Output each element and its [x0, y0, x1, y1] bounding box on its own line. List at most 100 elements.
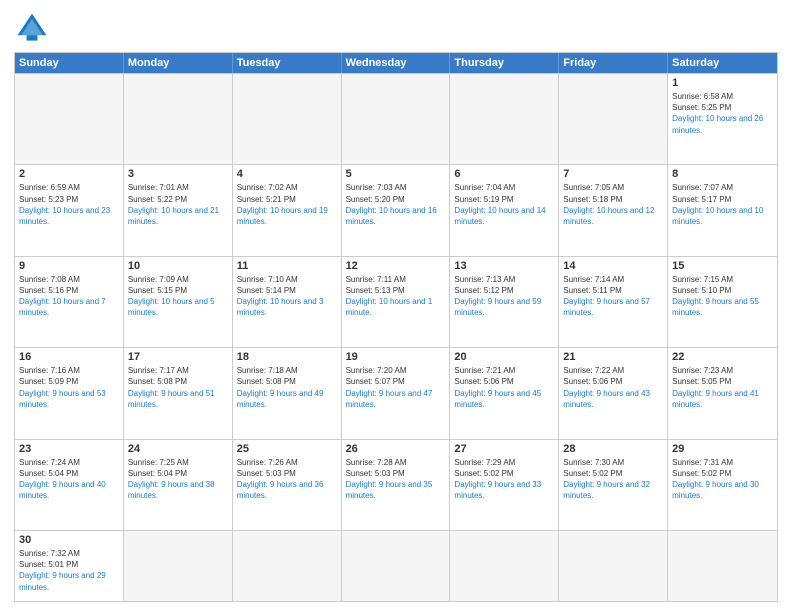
cell-info: Sunrise: 7:11 AMSunset: 5:13 PMDaylight:… [346, 274, 446, 319]
cell-info: Sunrise: 7:02 AMSunset: 5:21 PMDaylight:… [237, 182, 337, 227]
cell-info: Sunrise: 7:14 AMSunset: 5:11 PMDaylight:… [563, 274, 663, 319]
header-day-tuesday: Tuesday [233, 53, 342, 73]
calendar-week-5: 23Sunrise: 7:24 AMSunset: 5:04 PMDayligh… [15, 439, 777, 530]
cell-info: Sunrise: 7:03 AMSunset: 5:20 PMDaylight:… [346, 182, 446, 227]
calendar-cell: 7 Sunrise: 7:05 AMSunset: 5:18 PMDaylight… [559, 165, 668, 255]
calendar-week-3: 9 Sunrise: 7:08 AMSunset: 5:16 PMDaylight… [15, 256, 777, 347]
logo-icon [14, 10, 50, 46]
day-number: 25 [237, 443, 337, 455]
calendar-cell: 21 Sunrise: 7:22 AMSunset: 5:06 PMDayligh… [559, 348, 668, 438]
day-number: 13 [454, 260, 554, 272]
cell-info: Sunrise: 7:07 AMSunset: 5:17 PMDaylight:… [672, 182, 773, 227]
calendar-cell: 26Sunrise: 7:28 AMSunset: 5:03 PMDayligh… [342, 440, 451, 530]
cell-info: Sunrise: 7:25 AMSunset: 5:04 PMDaylight:… [128, 457, 228, 502]
day-number: 21 [563, 351, 663, 363]
header-day-sunday: Sunday [15, 53, 124, 73]
calendar-cell: 15 Sunrise: 7:15 AMSunset: 5:10 PMDayligh… [668, 257, 777, 347]
day-number: 29 [672, 443, 773, 455]
calendar-cell: 9 Sunrise: 7:08 AMSunset: 5:16 PMDaylight… [15, 257, 124, 347]
header-day-monday: Monday [124, 53, 233, 73]
day-number: 19 [346, 351, 446, 363]
cell-info: Sunrise: 7:05 AMSunset: 5:18 PMDaylight:… [563, 182, 663, 227]
calendar-cell [450, 531, 559, 601]
calendar-week-2: 2 Sunrise: 6:59 AMSunset: 5:23 PMDaylight… [15, 164, 777, 255]
day-number: 24 [128, 443, 228, 455]
calendar-cell: 16 Sunrise: 7:16 AMSunset: 5:09 PMDayligh… [15, 348, 124, 438]
day-number: 9 [19, 260, 119, 272]
header-day-saturday: Saturday [668, 53, 777, 73]
cell-info: Sunrise: 7:01 AMSunset: 5:22 PMDaylight:… [128, 182, 228, 227]
calendar-week-4: 16 Sunrise: 7:16 AMSunset: 5:09 PMDayligh… [15, 347, 777, 438]
cell-info: Sunrise: 7:04 AMSunset: 5:19 PMDaylight:… [454, 182, 554, 227]
calendar-cell: 18Sunrise: 7:18 AMSunset: 5:08 PMDayligh… [233, 348, 342, 438]
calendar-cell: 20 Sunrise: 7:21 AMSunset: 5:06 PMDayligh… [450, 348, 559, 438]
cell-info: Sunrise: 7:26 AMSunset: 5:03 PMDaylight:… [237, 457, 337, 502]
calendar-cell [559, 74, 668, 164]
calendar-body: 1Sunrise: 6:58 AMSunset: 5:25 PMDaylight… [15, 73, 777, 601]
calendar-cell [124, 531, 233, 601]
cell-info: Sunrise: 7:21 AMSunset: 5:06 PMDaylight:… [454, 365, 554, 410]
calendar-cell: 3Sunrise: 7:01 AMSunset: 5:22 PMDaylight… [124, 165, 233, 255]
cell-info: Sunrise: 7:29 AMSunset: 5:02 PMDaylight:… [454, 457, 554, 502]
calendar-cell: 1Sunrise: 6:58 AMSunset: 5:25 PMDaylight… [668, 74, 777, 164]
cell-info: Sunrise: 7:15 AMSunset: 5:10 PMDaylight:… [672, 274, 773, 319]
day-number: 27 [454, 443, 554, 455]
cell-info: Sunrise: 6:58 AMSunset: 5:25 PMDaylight:… [672, 91, 773, 136]
day-number: 15 [672, 260, 773, 272]
cell-info: Sunrise: 7:24 AMSunset: 5:04 PMDaylight:… [19, 457, 119, 502]
day-number: 5 [346, 168, 446, 180]
day-number: 4 [237, 168, 337, 180]
calendar-cell: 30Sunrise: 7:32 AMSunset: 5:01 PMDayligh… [15, 531, 124, 601]
page: SundayMondayTuesdayWednesdayThursdayFrid… [0, 0, 792, 612]
calendar-cell: 24 Sunrise: 7:25 AMSunset: 5:04 PMDayligh… [124, 440, 233, 530]
calendar-cell: 14Sunrise: 7:14 AMSunset: 5:11 PMDayligh… [559, 257, 668, 347]
cell-info: Sunrise: 7:23 AMSunset: 5:05 PMDaylight:… [672, 365, 773, 410]
calendar-cell: 12 Sunrise: 7:11 AMSunset: 5:13 PMDayligh… [342, 257, 451, 347]
header-day-wednesday: Wednesday [342, 53, 451, 73]
calendar-cell [15, 74, 124, 164]
day-number: 10 [128, 260, 228, 272]
calendar-cell: 4 Sunrise: 7:02 AMSunset: 5:21 PMDaylight… [233, 165, 342, 255]
calendar-cell: 10 Sunrise: 7:09 AMSunset: 5:15 PMDayligh… [124, 257, 233, 347]
calendar-cell: 28 Sunrise: 7:30 AMSunset: 5:02 PMDayligh… [559, 440, 668, 530]
calendar-cell: 6Sunrise: 7:04 AMSunset: 5:19 PMDaylight… [450, 165, 559, 255]
day-number: 22 [672, 351, 773, 363]
calendar-cell [342, 531, 451, 601]
calendar-cell: 25 Sunrise: 7:26 AMSunset: 5:03 PMDayligh… [233, 440, 342, 530]
calendar-cell: 2 Sunrise: 6:59 AMSunset: 5:23 PMDaylight… [15, 165, 124, 255]
calendar-cell [559, 531, 668, 601]
day-number: 28 [563, 443, 663, 455]
calendar-cell [233, 531, 342, 601]
calendar-cell [233, 74, 342, 164]
cell-info: Sunrise: 7:18 AMSunset: 5:08 PMDaylight:… [237, 365, 337, 410]
calendar-cell: 22 Sunrise: 7:23 AMSunset: 5:05 PMDayligh… [668, 348, 777, 438]
calendar-header: SundayMondayTuesdayWednesdayThursdayFrid… [15, 53, 777, 73]
cell-info: Sunrise: 6:59 AMSunset: 5:23 PMDaylight:… [19, 182, 119, 227]
cell-info: Sunrise: 7:22 AMSunset: 5:06 PMDaylight:… [563, 365, 663, 410]
calendar-cell: 17Sunrise: 7:17 AMSunset: 5:08 PMDayligh… [124, 348, 233, 438]
calendar-cell [668, 531, 777, 601]
cell-info: Sunrise: 7:16 AMSunset: 5:09 PMDaylight:… [19, 365, 119, 410]
cell-info: Sunrise: 7:32 AMSunset: 5:01 PMDaylight:… [19, 548, 119, 593]
calendar-cell: 5 Sunrise: 7:03 AMSunset: 5:20 PMDaylight… [342, 165, 451, 255]
calendar: SundayMondayTuesdayWednesdayThursdayFrid… [14, 52, 778, 602]
day-number: 17 [128, 351, 228, 363]
day-number: 12 [346, 260, 446, 272]
cell-info: Sunrise: 7:30 AMSunset: 5:02 PMDaylight:… [563, 457, 663, 502]
calendar-cell: 11 Sunrise: 7:10 AMSunset: 5:14 PMDayligh… [233, 257, 342, 347]
logo [14, 10, 54, 46]
day-number: 7 [563, 168, 663, 180]
cell-info: Sunrise: 7:08 AMSunset: 5:16 PMDaylight:… [19, 274, 119, 319]
cell-info: Sunrise: 7:09 AMSunset: 5:15 PMDaylight:… [128, 274, 228, 319]
day-number: 16 [19, 351, 119, 363]
day-number: 20 [454, 351, 554, 363]
cell-info: Sunrise: 7:10 AMSunset: 5:14 PMDaylight:… [237, 274, 337, 319]
calendar-week-1: 1Sunrise: 6:58 AMSunset: 5:25 PMDaylight… [15, 73, 777, 164]
header-day-friday: Friday [559, 53, 668, 73]
calendar-cell [450, 74, 559, 164]
day-number: 11 [237, 260, 337, 272]
cell-info: Sunrise: 7:20 AMSunset: 5:07 PMDaylight:… [346, 365, 446, 410]
day-number: 2 [19, 168, 119, 180]
calendar-week-6: 30Sunrise: 7:32 AMSunset: 5:01 PMDayligh… [15, 530, 777, 601]
calendar-cell: 13Sunrise: 7:13 AMSunset: 5:12 PMDayligh… [450, 257, 559, 347]
